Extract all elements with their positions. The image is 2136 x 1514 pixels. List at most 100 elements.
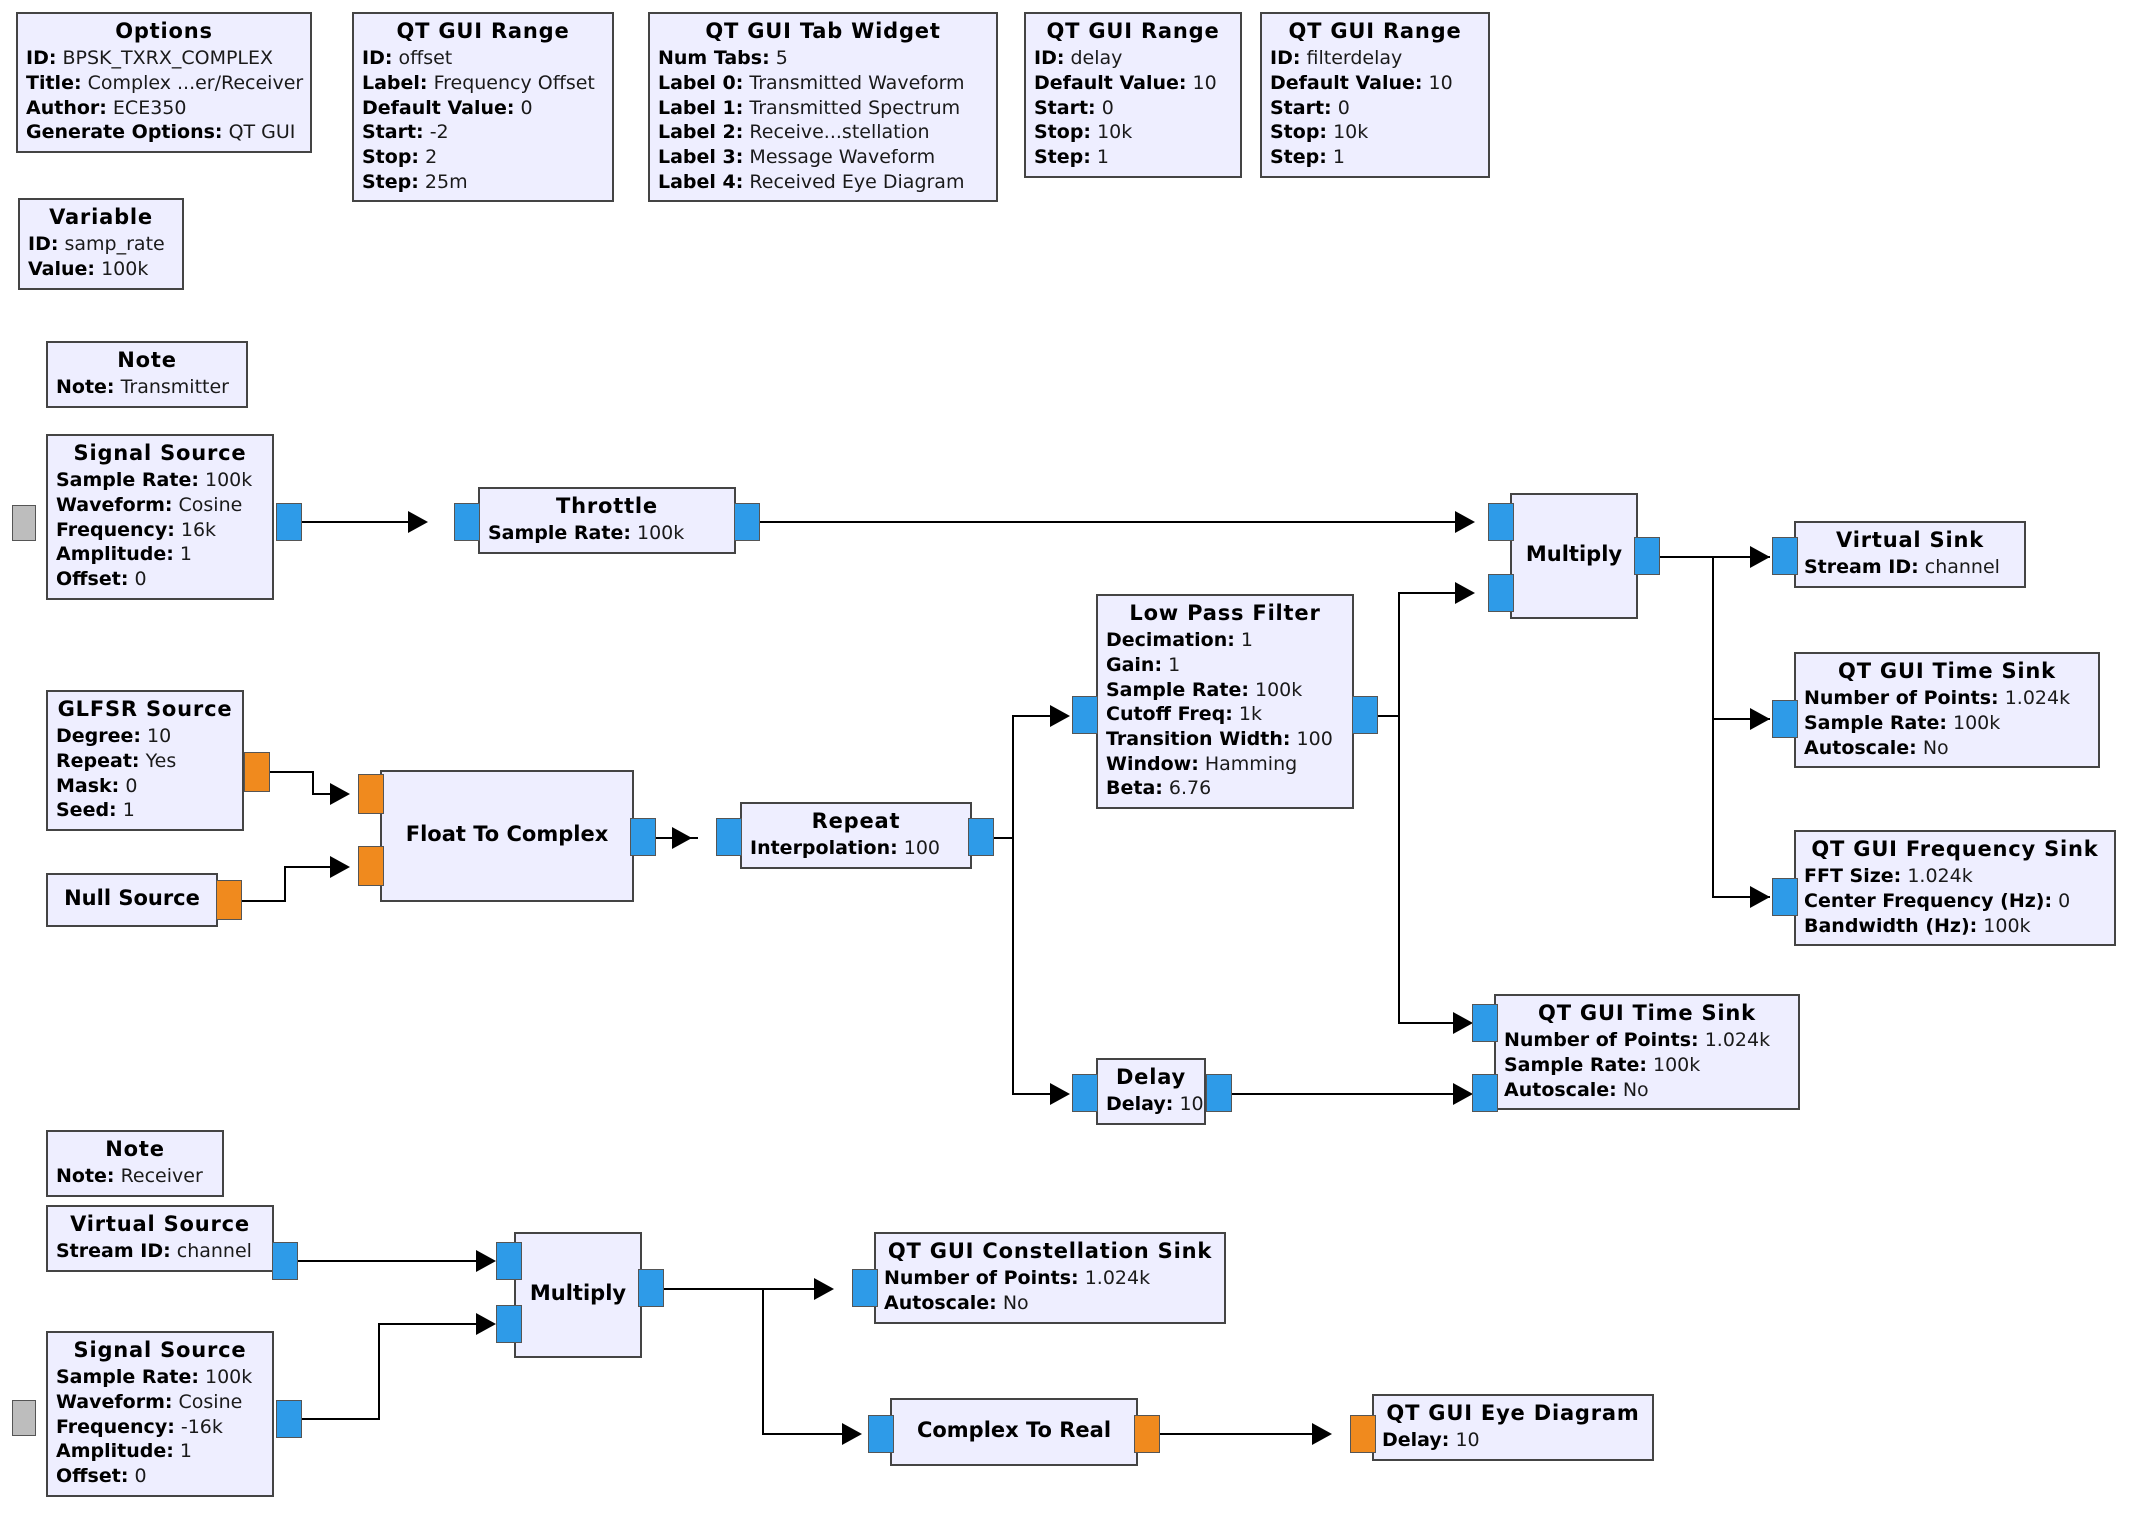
wire-delay-timesinkmsg xyxy=(1232,1093,1453,1095)
block-low-pass-filter[interactable]: Low Pass Filter Decimation: 1 Gain: 1 Sa… xyxy=(1096,594,1354,810)
block-qt-gui-eye-diagram[interactable]: QT GUI Eye Diagram Delay: 10 xyxy=(1372,1394,1654,1461)
wire-lpf-multiplytx xyxy=(1398,592,1455,594)
arrow-constellationsink-in xyxy=(814,1278,834,1300)
block-qt-gui-time-sink-tx[interactable]: QT GUI Time Sink Number of Points: 1.024… xyxy=(1794,652,2100,769)
block-virtual-sink[interactable]: Virtual Sink Stream ID: channel xyxy=(1794,521,2026,588)
port-signal-source-rx-out[interactable] xyxy=(276,1400,302,1438)
wire-multiplytx-fan xyxy=(1712,556,1714,896)
block-null-source[interactable]: Null Source xyxy=(46,873,218,927)
port-multiply-tx-out[interactable] xyxy=(1634,537,1660,575)
block-variable-samp-rate[interactable]: Variable ID: samp_rate Value: 100k xyxy=(18,198,184,290)
block-float-to-complex[interactable]: Float To Complex xyxy=(380,770,634,902)
port-low-pass-filter-in[interactable] xyxy=(1072,696,1098,734)
port-signal-source-rx-msg-in[interactable] xyxy=(12,1400,36,1436)
flowgraph-canvas[interactable]: Options ID: BPSK_TXRX_COMPLEX Title: Com… xyxy=(0,0,2136,1514)
port-delay-in[interactable] xyxy=(1072,1074,1098,1112)
port-null-source-out[interactable] xyxy=(216,880,242,920)
block-title: Signal Source xyxy=(73,1338,247,1362)
block-qt-gui-frequency-sink[interactable]: QT GUI Frequency Sink FFT Size: 1.024k C… xyxy=(1794,830,2116,947)
block-options[interactable]: Options ID: BPSK_TXRX_COMPLEX Title: Com… xyxy=(16,12,312,154)
wire-split-lpf xyxy=(1012,715,1050,717)
arrow-f2c-in0 xyxy=(330,783,350,805)
port-complex-to-real-out[interactable] xyxy=(1134,1415,1160,1453)
block-param: Sample Rate: 100k xyxy=(1804,711,2001,734)
arrow-multiplyrx-in0 xyxy=(476,1250,496,1272)
block-title: QT GUI Time Sink xyxy=(1538,1001,1756,1025)
block-param: Cutoff Freq: 1k xyxy=(1106,703,1262,726)
block-param: Autoscale: No xyxy=(1804,736,1949,759)
block-qt-gui-range-delay[interactable]: QT GUI Range ID: delay Default Value: 10… xyxy=(1024,12,1242,178)
port-virtual-source-out[interactable] xyxy=(272,1242,298,1280)
port-qt-gui-time-sink-msg-in0[interactable] xyxy=(1472,1004,1498,1042)
wire-lpf-split xyxy=(1398,592,1400,1024)
block-param: Frequency: -16k xyxy=(56,1415,223,1438)
port-multiply-rx-in0[interactable] xyxy=(496,1242,522,1280)
block-param: Sample Rate: 100k xyxy=(1504,1053,1701,1076)
port-multiply-rx-out[interactable] xyxy=(638,1269,664,1307)
port-qt-gui-frequency-sink-in[interactable] xyxy=(1772,878,1798,916)
block-note-transmitter[interactable]: Note Note: Transmitter xyxy=(46,341,248,408)
block-qt-gui-constellation-sink[interactable]: QT GUI Constellation Sink Number of Poin… xyxy=(874,1232,1226,1324)
block-qt-gui-range-filterdelay[interactable]: QT GUI Range ID: filterdelay Default Val… xyxy=(1260,12,1490,178)
port-complex-to-real-in[interactable] xyxy=(868,1415,894,1453)
block-qt-gui-tab-widget[interactable]: QT GUI Tab Widget Num Tabs: 5 Label 0: T… xyxy=(648,12,998,203)
block-multiply-rx[interactable]: Multiply xyxy=(514,1232,642,1358)
block-title: Complex To Real xyxy=(916,1418,1112,1443)
block-param: Interpolation: 100 xyxy=(750,837,941,860)
block-signal-source-tx[interactable]: Signal Source Sample Rate: 100k Waveform… xyxy=(46,434,274,600)
block-param: FFT Size: 1.024k xyxy=(1804,865,1973,888)
block-qt-gui-time-sink-msg[interactable]: QT GUI Time Sink Number of Points: 1.024… xyxy=(1494,994,1800,1111)
block-param: Stop: 10k xyxy=(1034,121,1133,144)
block-title: GLFSR Source xyxy=(57,697,233,721)
block-complex-to-real[interactable]: Complex To Real xyxy=(890,1398,1138,1466)
block-qt-gui-range-offset[interactable]: QT GUI Range ID: offset Label: Frequency… xyxy=(352,12,614,203)
block-signal-source-rx[interactable]: Signal Source Sample Rate: 100k Waveform… xyxy=(46,1331,274,1497)
port-float-to-complex-in0[interactable] xyxy=(358,774,384,814)
port-repeat-in[interactable] xyxy=(716,818,742,856)
block-multiply-tx[interactable]: Multiply xyxy=(1510,493,1638,619)
port-low-pass-filter-out[interactable] xyxy=(1352,696,1378,734)
block-glfsr-source[interactable]: GLFSR Source Degree: 10 Repeat: Yes Mask… xyxy=(46,690,244,832)
block-title: Note xyxy=(117,348,177,372)
port-multiply-rx-in1[interactable] xyxy=(496,1305,522,1343)
port-float-to-complex-in1[interactable] xyxy=(358,846,384,886)
port-signal-source-tx-msg-in[interactable] xyxy=(12,505,36,541)
block-throttle[interactable]: Throttle Sample Rate: 100k xyxy=(478,487,736,554)
wire-signalsourcerx-out xyxy=(300,1418,380,1420)
port-multiply-tx-in1[interactable] xyxy=(1488,574,1514,612)
block-title: Variable xyxy=(49,205,153,229)
block-param: Step: 1 xyxy=(1270,146,1345,169)
port-float-to-complex-out[interactable] xyxy=(630,818,656,856)
block-param: Note: Transmitter xyxy=(56,376,229,399)
wire-signalsourcerx-multiplyrx xyxy=(378,1323,476,1325)
wire-multiplyrx-fan xyxy=(762,1288,764,1433)
wire-glfsr-out xyxy=(268,771,314,773)
block-param: Label: Frequency Offset xyxy=(362,71,595,94)
block-param: Step: 25m xyxy=(362,170,468,193)
block-repeat[interactable]: Repeat Interpolation: 100 xyxy=(740,802,972,869)
port-virtual-sink-in[interactable] xyxy=(1772,537,1798,575)
block-param: Stream ID: channel xyxy=(56,1240,252,1263)
port-delay-out[interactable] xyxy=(1206,1074,1232,1112)
port-signal-source-tx-out[interactable] xyxy=(276,503,302,541)
port-repeat-out[interactable] xyxy=(968,818,994,856)
arrow-throttle-in xyxy=(408,511,428,533)
block-param: Num Tabs: 5 xyxy=(658,47,788,70)
block-title: Multiply xyxy=(1525,542,1623,567)
port-qt-gui-constellation-sink-in[interactable] xyxy=(852,1269,878,1307)
block-param: Repeat: Yes xyxy=(56,749,177,772)
port-throttle-out[interactable] xyxy=(734,503,760,541)
port-qt-gui-time-sink-msg-in1[interactable] xyxy=(1472,1074,1498,1112)
port-qt-gui-eye-diagram-in[interactable] xyxy=(1350,1415,1376,1453)
block-note-receiver[interactable]: Note Note: Receiver xyxy=(46,1130,224,1197)
port-qt-gui-time-sink-tx-in[interactable] xyxy=(1772,700,1798,738)
block-delay[interactable]: Delay Delay: 10 xyxy=(1096,1058,1206,1125)
block-param: ID: samp_rate xyxy=(28,233,165,256)
port-multiply-tx-in0[interactable] xyxy=(1488,503,1514,541)
block-virtual-source[interactable]: Virtual Source Stream ID: channel xyxy=(46,1205,274,1272)
block-param: Frequency: 16k xyxy=(56,518,217,541)
block-param: Beta: 6.76 xyxy=(1106,777,1212,800)
port-throttle-in[interactable] xyxy=(454,503,480,541)
port-glfsr-source-out[interactable] xyxy=(244,752,270,792)
wire-to-constellationsink xyxy=(762,1288,814,1290)
